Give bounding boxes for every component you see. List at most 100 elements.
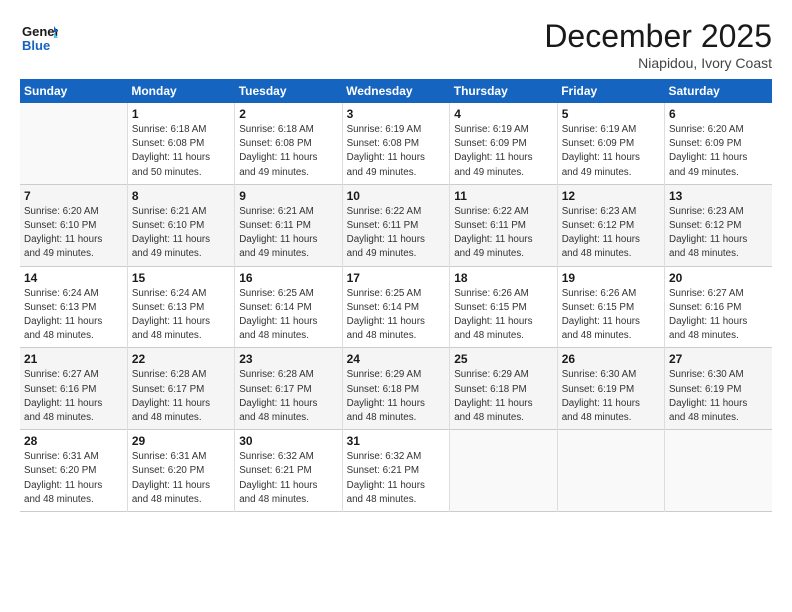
day-number: 27 xyxy=(669,352,768,366)
day-info: Sunrise: 6:19 AM Sunset: 6:09 PM Dayligh… xyxy=(562,123,660,180)
calendar-week-row: 1 Sunrise: 6:18 AM Sunset: 6:08 PM Daylig… xyxy=(20,103,772,184)
day-number: 29 xyxy=(132,434,230,448)
day-number: 15 xyxy=(132,271,230,285)
calendar-week-row: 21 Sunrise: 6:27 AM Sunset: 6:16 PM Dayli… xyxy=(20,348,772,430)
day-info: Sunrise: 6:18 AM Sunset: 6:08 PM Dayligh… xyxy=(132,123,230,180)
day-info: Sunrise: 6:25 AM Sunset: 6:14 PM Dayligh… xyxy=(347,287,446,344)
day-info: Sunrise: 6:32 AM Sunset: 6:21 PM Dayligh… xyxy=(347,450,446,507)
day-info: Sunrise: 6:27 AM Sunset: 6:16 PM Dayligh… xyxy=(24,368,123,425)
day-number: 16 xyxy=(239,271,337,285)
calendar-day-cell: 6 Sunrise: 6:20 AM Sunset: 6:09 PM Daylig… xyxy=(665,103,773,184)
calendar-day-cell xyxy=(20,103,127,184)
calendar-table: SundayMondayTuesdayWednesdayThursdayFrid… xyxy=(20,79,772,512)
day-info: Sunrise: 6:19 AM Sunset: 6:09 PM Dayligh… xyxy=(454,123,552,180)
calendar-week-row: 28 Sunrise: 6:31 AM Sunset: 6:20 PM Dayli… xyxy=(20,430,772,512)
calendar-day-cell: 7 Sunrise: 6:20 AM Sunset: 6:10 PM Daylig… xyxy=(20,184,127,266)
day-info: Sunrise: 6:19 AM Sunset: 6:08 PM Dayligh… xyxy=(347,123,446,180)
svg-text:Blue: Blue xyxy=(22,38,50,53)
calendar-day-cell: 10Sunrise: 6:22 AM Sunset: 6:11 PM Dayli… xyxy=(342,184,450,266)
weekday-header: Saturday xyxy=(665,79,773,103)
calendar-day-cell: 29 Sunrise: 6:31 AM Sunset: 6:20 PM Dayli… xyxy=(127,430,234,512)
day-number: 6 xyxy=(669,107,768,121)
month-title: December 2025 xyxy=(544,18,772,55)
calendar-day-cell: 22 Sunrise: 6:28 AM Sunset: 6:17 PM Dayli… xyxy=(127,348,234,430)
weekday-header: Monday xyxy=(127,79,234,103)
calendar-day-cell: 25 Sunrise: 6:29 AM Sunset: 6:18 PM Dayli… xyxy=(450,348,557,430)
day-number: 12 xyxy=(562,189,660,203)
day-number: 31 xyxy=(347,434,446,448)
day-number: 21 xyxy=(24,352,123,366)
day-number: 22 xyxy=(132,352,230,366)
day-info: Sunrise: 6:21 AM Sunset: 6:11 PM Dayligh… xyxy=(239,205,337,262)
title-block: December 2025 Niapidou, Ivory Coast xyxy=(544,18,772,71)
location-subtitle: Niapidou, Ivory Coast xyxy=(544,55,772,71)
calendar-day-cell: 9Sunrise: 6:21 AM Sunset: 6:11 PM Daylig… xyxy=(235,184,342,266)
day-number: 17 xyxy=(347,271,446,285)
day-info: Sunrise: 6:22 AM Sunset: 6:11 PM Dayligh… xyxy=(454,205,552,262)
calendar-day-cell: 8 Sunrise: 6:21 AM Sunset: 6:10 PM Daylig… xyxy=(127,184,234,266)
day-number: 28 xyxy=(24,434,123,448)
day-number: 25 xyxy=(454,352,552,366)
day-info: Sunrise: 6:29 AM Sunset: 6:18 PM Dayligh… xyxy=(454,368,552,425)
day-info: Sunrise: 6:23 AM Sunset: 6:12 PM Dayligh… xyxy=(669,205,768,262)
calendar-day-cell xyxy=(450,430,557,512)
logo-icon: General Blue xyxy=(20,18,58,56)
day-info: Sunrise: 6:26 AM Sunset: 6:15 PM Dayligh… xyxy=(562,287,660,344)
calendar-day-cell: 24Sunrise: 6:29 AM Sunset: 6:18 PM Dayli… xyxy=(342,348,450,430)
calendar-day-cell: 3 Sunrise: 6:19 AM Sunset: 6:08 PM Daylig… xyxy=(342,103,450,184)
svg-text:General: General xyxy=(22,24,58,39)
calendar-day-cell: 31 Sunrise: 6:32 AM Sunset: 6:21 PM Dayli… xyxy=(342,430,450,512)
day-number: 4 xyxy=(454,107,552,121)
calendar-day-cell: 18 Sunrise: 6:26 AM Sunset: 6:15 PM Dayli… xyxy=(450,266,557,348)
day-info: Sunrise: 6:30 AM Sunset: 6:19 PM Dayligh… xyxy=(562,368,660,425)
calendar-day-cell xyxy=(665,430,773,512)
day-number: 7 xyxy=(24,189,123,203)
calendar-day-cell: 16 Sunrise: 6:25 AM Sunset: 6:14 PM Dayli… xyxy=(235,266,342,348)
day-info: Sunrise: 6:24 AM Sunset: 6:13 PM Dayligh… xyxy=(132,287,230,344)
day-info: Sunrise: 6:23 AM Sunset: 6:12 PM Dayligh… xyxy=(562,205,660,262)
weekday-header: Tuesday xyxy=(235,79,342,103)
day-info: Sunrise: 6:26 AM Sunset: 6:15 PM Dayligh… xyxy=(454,287,552,344)
day-info: Sunrise: 6:20 AM Sunset: 6:09 PM Dayligh… xyxy=(669,123,768,180)
day-info: Sunrise: 6:31 AM Sunset: 6:20 PM Dayligh… xyxy=(24,450,123,507)
day-number: 20 xyxy=(669,271,768,285)
day-info: Sunrise: 6:31 AM Sunset: 6:20 PM Dayligh… xyxy=(132,450,230,507)
day-info: Sunrise: 6:22 AM Sunset: 6:11 PM Dayligh… xyxy=(347,205,446,262)
day-number: 18 xyxy=(454,271,552,285)
day-info: Sunrise: 6:28 AM Sunset: 6:17 PM Dayligh… xyxy=(132,368,230,425)
day-number: 8 xyxy=(132,189,230,203)
calendar-day-cell: 4 Sunrise: 6:19 AM Sunset: 6:09 PM Daylig… xyxy=(450,103,557,184)
calendar-day-cell: 23Sunrise: 6:28 AM Sunset: 6:17 PM Dayli… xyxy=(235,348,342,430)
calendar-day-cell: 20Sunrise: 6:27 AM Sunset: 6:16 PM Dayli… xyxy=(665,266,773,348)
day-info: Sunrise: 6:21 AM Sunset: 6:10 PM Dayligh… xyxy=(132,205,230,262)
calendar-day-cell xyxy=(557,430,664,512)
calendar-day-cell: 15 Sunrise: 6:24 AM Sunset: 6:13 PM Dayli… xyxy=(127,266,234,348)
calendar-day-cell: 5 Sunrise: 6:19 AM Sunset: 6:09 PM Daylig… xyxy=(557,103,664,184)
day-number: 11 xyxy=(454,189,552,203)
day-number: 5 xyxy=(562,107,660,121)
calendar-day-cell: 2 Sunrise: 6:18 AM Sunset: 6:08 PM Daylig… xyxy=(235,103,342,184)
weekday-header: Wednesday xyxy=(342,79,450,103)
calendar-day-cell: 28 Sunrise: 6:31 AM Sunset: 6:20 PM Dayli… xyxy=(20,430,127,512)
calendar-day-cell: 17 Sunrise: 6:25 AM Sunset: 6:14 PM Dayli… xyxy=(342,266,450,348)
day-number: 1 xyxy=(132,107,230,121)
day-number: 3 xyxy=(347,107,446,121)
day-info: Sunrise: 6:20 AM Sunset: 6:10 PM Dayligh… xyxy=(24,205,123,262)
day-number: 2 xyxy=(239,107,337,121)
calendar-day-cell: 13Sunrise: 6:23 AM Sunset: 6:12 PM Dayli… xyxy=(665,184,773,266)
day-info: Sunrise: 6:18 AM Sunset: 6:08 PM Dayligh… xyxy=(239,123,337,180)
calendar-day-cell: 1 Sunrise: 6:18 AM Sunset: 6:08 PM Daylig… xyxy=(127,103,234,184)
day-number: 19 xyxy=(562,271,660,285)
day-number: 30 xyxy=(239,434,337,448)
calendar-day-cell: 12 Sunrise: 6:23 AM Sunset: 6:12 PM Dayli… xyxy=(557,184,664,266)
day-number: 26 xyxy=(562,352,660,366)
day-info: Sunrise: 6:25 AM Sunset: 6:14 PM Dayligh… xyxy=(239,287,337,344)
weekday-header: Friday xyxy=(557,79,664,103)
calendar-day-cell: 19 Sunrise: 6:26 AM Sunset: 6:15 PM Dayli… xyxy=(557,266,664,348)
calendar-day-cell: 11 Sunrise: 6:22 AM Sunset: 6:11 PM Dayli… xyxy=(450,184,557,266)
calendar-header-row: SundayMondayTuesdayWednesdayThursdayFrid… xyxy=(20,79,772,103)
calendar-day-cell: 14Sunrise: 6:24 AM Sunset: 6:13 PM Dayli… xyxy=(20,266,127,348)
calendar-day-cell: 30Sunrise: 6:32 AM Sunset: 6:21 PM Dayli… xyxy=(235,430,342,512)
day-number: 14 xyxy=(24,271,123,285)
day-number: 23 xyxy=(239,352,337,366)
